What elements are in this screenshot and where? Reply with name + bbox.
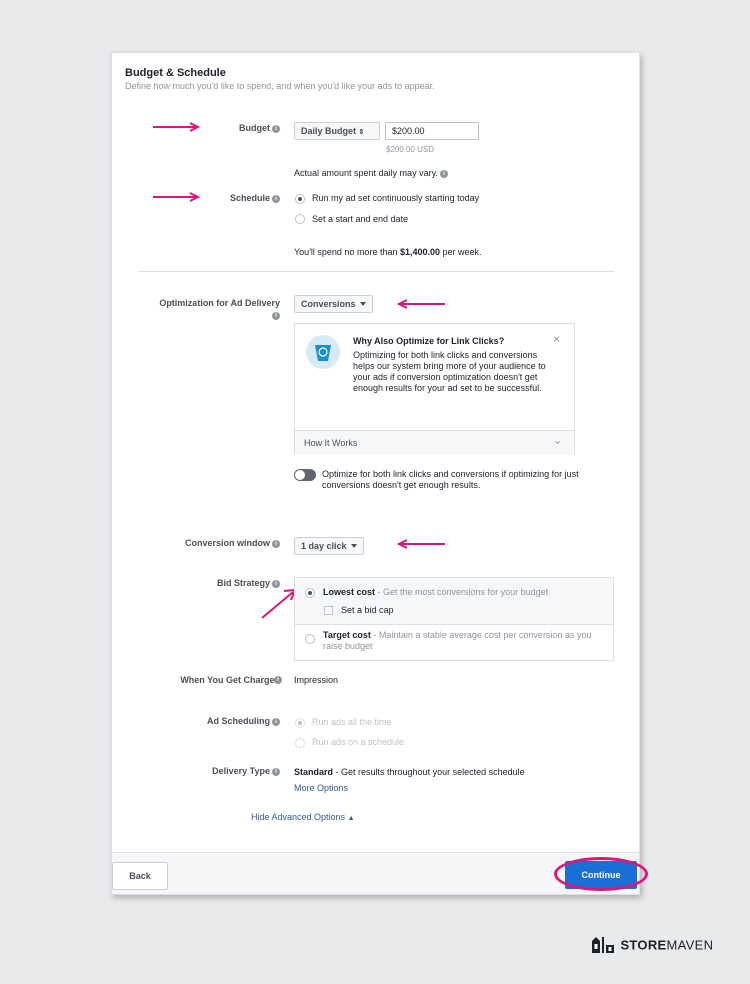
charged-value: Impression xyxy=(294,675,339,685)
schedule-continuous-label[interactable]: Run my ad set continuously starting toda… xyxy=(312,193,479,203)
bid-cap-checkbox[interactable] xyxy=(324,606,333,615)
info-icon: i xyxy=(272,195,280,203)
tip-illustration-icon xyxy=(306,335,340,369)
caret-down-icon xyxy=(359,302,366,306)
info-icon: i xyxy=(272,125,280,133)
link-clicks-tip-card: Why Also Optimize for Link Clicks? × Opt… xyxy=(294,323,575,455)
annotation-arrow-budget xyxy=(153,122,201,132)
schedule-continuous-radio[interactable] xyxy=(295,194,305,204)
budget-label: Budget i xyxy=(239,123,280,133)
ads-all-time-label[interactable]: Run ads all the time xyxy=(312,717,392,727)
info-icon: i xyxy=(272,718,280,726)
info-icon: i xyxy=(274,676,282,684)
annotation-arrow-optimization xyxy=(397,299,445,309)
section-title: Budget & Schedule xyxy=(125,67,226,79)
dialog-footer: Back Continue xyxy=(112,852,648,894)
delivery-type-value: Standard - Get results throughout your s… xyxy=(294,767,525,777)
schedule-label: Schedule i xyxy=(230,193,280,203)
lowest-cost-radio[interactable] xyxy=(305,588,315,598)
delivery-type-label: Delivery Type i xyxy=(212,766,280,776)
storemaven-mark-icon xyxy=(592,937,614,953)
caret-up-icon: ▲ xyxy=(347,815,355,822)
caret-down-icon xyxy=(350,544,357,548)
conversion-window-select[interactable]: 1 day click xyxy=(294,537,364,555)
budget-schedule-panel: Budget & Schedule Define how much you'd … xyxy=(111,52,648,895)
optimize-both-toggle[interactable] xyxy=(294,469,316,481)
info-icon: i xyxy=(272,768,280,776)
brand-name-bold: STORE xyxy=(620,937,667,953)
ads-schedule-label[interactable]: Run ads on a schedule xyxy=(312,737,404,747)
optimize-both-text: Optimize for both link clicks and conver… xyxy=(322,469,579,490)
section-subtitle: Define how much you'd like to spend, and… xyxy=(125,81,435,91)
optimization-label: Optimization for Ad Delivery i xyxy=(159,298,280,320)
lowest-cost-option[interactable]: Lowest cost - Get the most conversions f… xyxy=(295,578,613,624)
annotation-arrow-schedule xyxy=(153,192,201,202)
ads-schedule-radio[interactable] xyxy=(295,738,305,748)
ads-all-time-radio[interactable] xyxy=(295,718,305,728)
target-cost-text[interactable]: Target cost - Maintain a stable average … xyxy=(323,630,593,652)
schedule-start-end-radio[interactable] xyxy=(295,214,305,224)
info-icon: i xyxy=(272,312,280,320)
budget-type-select[interactable]: Daily Budget ⇕ xyxy=(294,122,380,140)
budget-amount-note: $200.00 USD xyxy=(386,145,435,154)
weekly-spend-text: You'll spend no more than $1,400.00 per … xyxy=(294,247,482,257)
annotation-arrow-conversion-window xyxy=(397,539,445,549)
close-icon[interactable]: × xyxy=(553,332,560,346)
annotation-arrow-bid-strategy xyxy=(261,588,297,619)
bid-strategy-options: Lowest cost - Get the most conversions f… xyxy=(294,577,614,661)
lowest-cost-text[interactable]: Lowest cost - Get the most conversions f… xyxy=(323,587,548,597)
conversion-window-label: Conversion window i xyxy=(185,538,280,548)
how-it-works-link[interactable]: How It Works xyxy=(304,438,357,448)
back-button[interactable]: Back xyxy=(112,862,168,890)
option-divider xyxy=(295,624,613,625)
annotation-circle-continue xyxy=(554,857,648,891)
info-icon: i xyxy=(439,170,448,178)
tip-footer[interactable]: How It Works ⌄ xyxy=(295,430,574,455)
ad-scheduling-label: Ad Scheduling i xyxy=(207,716,280,726)
info-icon: i xyxy=(272,540,280,548)
more-options-link[interactable]: More Options xyxy=(294,783,348,793)
target-cost-radio[interactable] xyxy=(305,634,315,644)
budget-note: Actual amount spent daily may vary. i xyxy=(294,168,448,178)
budget-amount-input[interactable]: $200.00 xyxy=(385,122,479,140)
storemaven-logo: STOREMAVEN xyxy=(590,935,713,955)
tip-body: Optimizing for both link clicks and conv… xyxy=(353,350,546,393)
tip-title: Why Also Optimize for Link Clicks? xyxy=(353,336,505,346)
brand-name-rest: MAVEN xyxy=(666,937,714,953)
optimization-select[interactable]: Conversions xyxy=(294,295,373,313)
hide-advanced-options-link[interactable]: Hide Advanced Options ▲ xyxy=(251,812,355,822)
bid-cap-label[interactable]: Set a bid cap xyxy=(341,605,394,615)
charged-label: When You Get Charged xyxy=(180,675,280,685)
sort-icon: ⇕ xyxy=(358,129,365,136)
section-divider xyxy=(139,271,614,272)
chevron-down-icon[interactable]: ⌄ xyxy=(553,434,562,447)
schedule-start-end-label[interactable]: Set a start and end date xyxy=(312,214,408,224)
